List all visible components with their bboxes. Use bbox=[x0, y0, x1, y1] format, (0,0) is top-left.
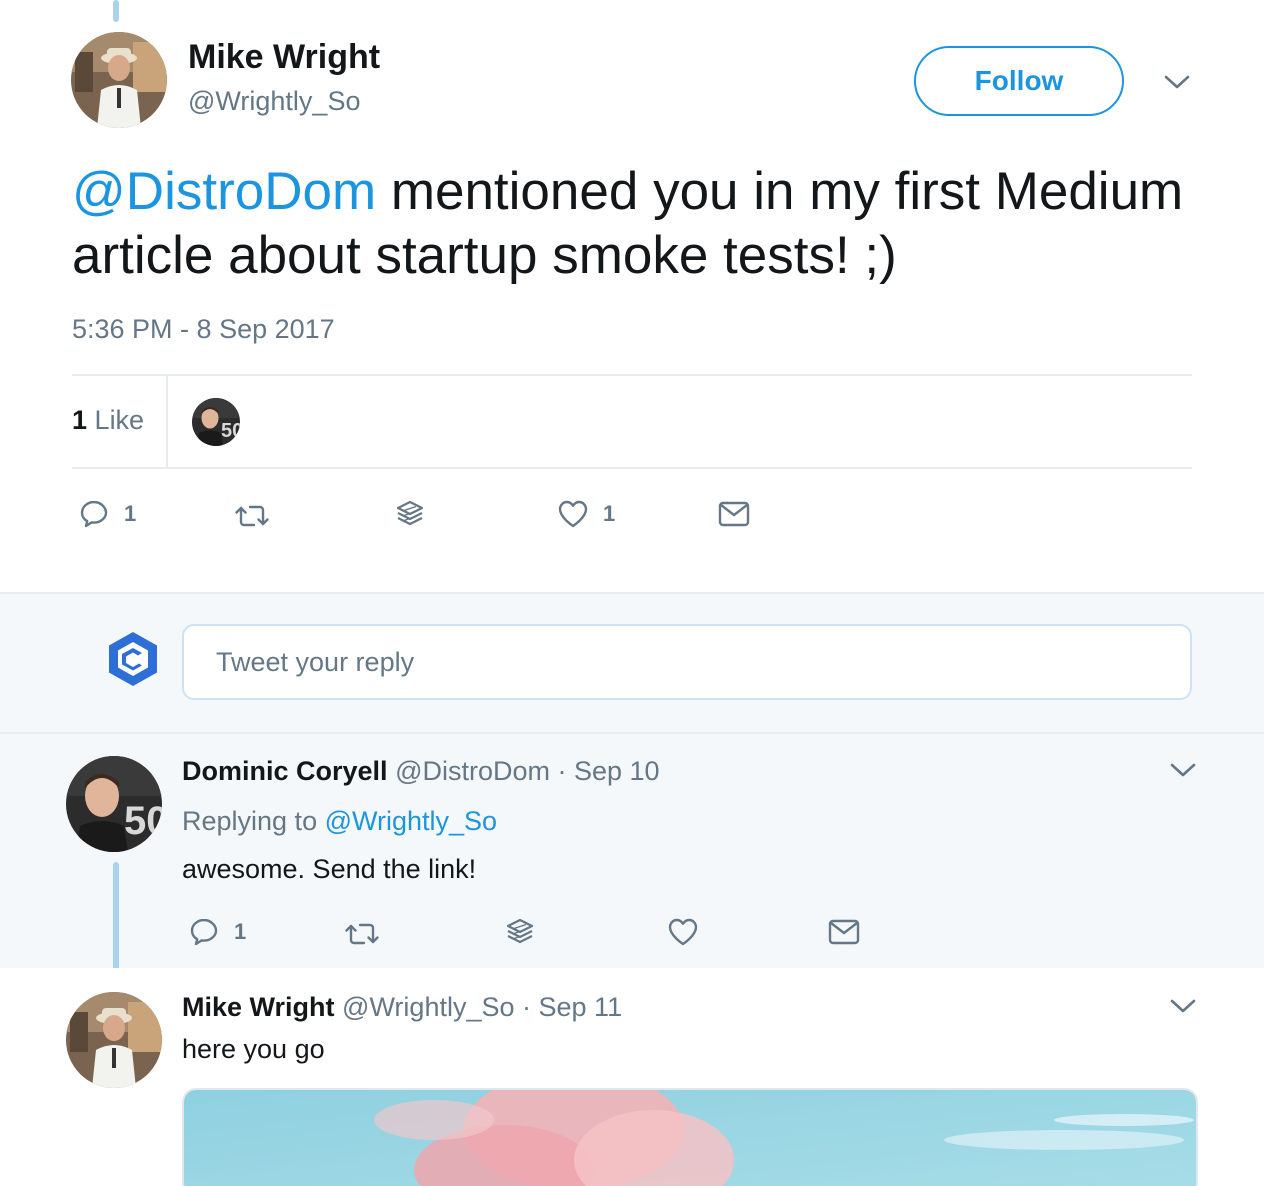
tweet-text: @DistroDom mentioned you in my first Med… bbox=[72, 160, 1212, 288]
reply-author-handle[interactable]: @Wrightly_So bbox=[342, 992, 514, 1022]
divider bbox=[72, 467, 1192, 469]
reply-author-name[interactable]: Mike Wright bbox=[182, 992, 335, 1022]
reply-count: 1 bbox=[234, 919, 247, 944]
reply-header: Dominic Coryell @DistroDom · Sep 10 bbox=[182, 756, 660, 787]
reply-count: 1 bbox=[124, 501, 137, 526]
message-action[interactable] bbox=[828, 918, 860, 946]
reply-date[interactable]: · Sep 10 bbox=[558, 756, 660, 786]
stack-icon bbox=[504, 916, 536, 948]
like-action[interactable] bbox=[667, 916, 699, 948]
media-card-image[interactable] bbox=[182, 1088, 1198, 1186]
retweet-icon bbox=[234, 500, 270, 532]
mail-icon bbox=[828, 918, 860, 946]
heart-icon bbox=[667, 916, 699, 948]
stats-separator bbox=[166, 376, 168, 468]
caret-down-icon[interactable] bbox=[1168, 996, 1198, 1016]
reply-author-handle[interactable]: @DistroDom bbox=[395, 756, 550, 786]
like-count: 1 bbox=[603, 501, 616, 526]
retweet-action[interactable] bbox=[344, 918, 380, 950]
reply-author-name[interactable]: Dominic Coryell bbox=[182, 756, 388, 786]
reply-input[interactable] bbox=[182, 624, 1192, 700]
caret-down-icon[interactable] bbox=[1168, 760, 1198, 780]
reply-text: awesome. Send the link! bbox=[182, 854, 477, 884]
follow-button[interactable]: Follow bbox=[914, 46, 1124, 116]
reply-date[interactable]: · Sep 11 bbox=[522, 992, 622, 1022]
avatar[interactable] bbox=[66, 992, 162, 1088]
likes-count: 1 bbox=[72, 405, 88, 435]
caret-down-icon[interactable] bbox=[1162, 72, 1192, 92]
heart-icon bbox=[557, 498, 589, 530]
brand-logo-icon[interactable] bbox=[106, 630, 160, 688]
tweet-mention-link[interactable]: @DistroDom bbox=[72, 162, 376, 221]
thread-line-top bbox=[113, 0, 119, 22]
stack-action[interactable] bbox=[394, 498, 426, 530]
reply-header: Mike Wright @Wrightly_So · Sep 11 bbox=[182, 992, 622, 1023]
retweet-icon bbox=[344, 918, 380, 950]
main-tweet: Mike Wright @Wrightly_So Follow @DistroD… bbox=[0, 0, 1264, 592]
replying-to: Replying to @Wrightly_So bbox=[182, 806, 497, 837]
stack-icon bbox=[394, 498, 426, 530]
reply-text: here you go bbox=[182, 1034, 325, 1064]
replying-prefix: Replying to bbox=[182, 806, 318, 836]
like-action[interactable]: 1 bbox=[557, 498, 615, 530]
message-action[interactable] bbox=[718, 500, 750, 528]
reply-action[interactable]: 1 bbox=[78, 498, 136, 530]
avatar[interactable] bbox=[71, 32, 167, 128]
thread-line bbox=[113, 862, 119, 984]
liker-avatar[interactable] bbox=[192, 398, 240, 446]
reply-action[interactable]: 1 bbox=[188, 916, 246, 948]
author-handle[interactable]: @Wrightly_So bbox=[188, 86, 360, 117]
likes-stat[interactable]: 1 Like bbox=[72, 405, 144, 436]
retweet-action[interactable] bbox=[234, 500, 270, 532]
replying-to-link[interactable]: @Wrightly_So bbox=[325, 806, 497, 836]
avatar[interactable] bbox=[66, 756, 162, 852]
reply-icon bbox=[188, 916, 220, 948]
likes-label: Like bbox=[94, 405, 145, 435]
tweet-timestamp[interactable]: 5:36 PM - 8 Sep 2017 bbox=[72, 314, 335, 345]
author-name[interactable]: Mike Wright bbox=[188, 38, 380, 77]
reply-icon bbox=[78, 498, 110, 530]
divider bbox=[72, 374, 1192, 376]
stack-action[interactable] bbox=[504, 916, 536, 948]
mail-icon bbox=[718, 500, 750, 528]
